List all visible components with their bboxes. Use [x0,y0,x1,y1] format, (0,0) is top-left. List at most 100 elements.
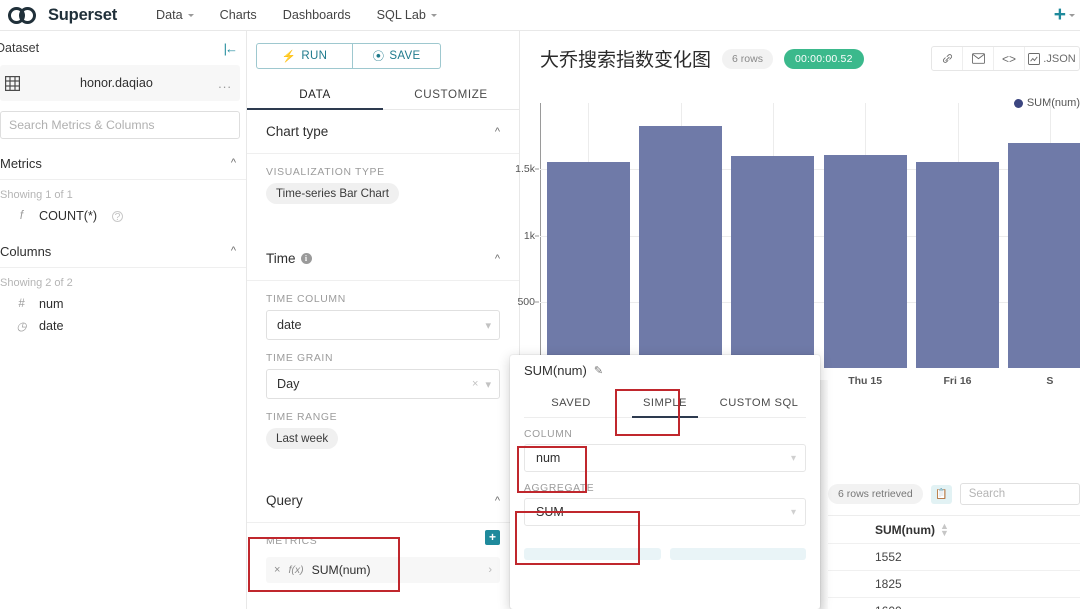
query-section-header[interactable]: Query ^ [247,479,519,523]
chart-action-icons: <> .JSON [931,46,1080,71]
bar[interactable] [1008,142,1080,368]
chevron-down-icon: ▾ [790,452,796,464]
time-column-select[interactable]: date ▾ [266,310,500,340]
bar[interactable] [546,162,630,368]
results-column-header-label: SUM(num) [875,522,935,537]
nav-item-dashboards-label: Dashboards [282,8,351,22]
add-metric-button[interactable]: + [485,530,500,545]
function-icon: f(x) [288,564,304,576]
add-new-icon[interactable]: + [1054,4,1066,25]
column-item-label: num [39,297,64,311]
metrics-section-title: Metrics [0,155,42,171]
page-title: 大乔搜索指数变化图 [540,50,712,71]
bar[interactable] [915,161,1000,368]
embed-code-icon[interactable]: <> [994,47,1025,70]
time-column-label: TIME COLUMN [266,294,346,305]
column-item-label: date [39,319,64,333]
aggregate-value: SUM [536,505,564,519]
email-icon[interactable] [963,47,994,70]
metric-item-count[interactable]: f COUNT(*) ? [0,205,246,227]
clear-icon[interactable]: × [472,378,478,390]
collapse-left-icon[interactable]: |← [224,41,238,56]
bar[interactable] [731,156,815,368]
time-range-value[interactable]: Last week [266,428,339,449]
tab-simple[interactable]: SIMPLE [618,390,712,418]
chevron-down-icon: ▾ [790,506,796,518]
results-toolbar: 6 rows retrieved 📋 Search [828,408,1080,505]
popover-title-row: SUM(num) ✎ [510,355,820,378]
visualization-type-value[interactable]: Time-series Bar Chart [266,183,399,204]
bar-chart-plot: 05001k1.5kd 14Thu 15Fri 16S [515,103,1080,387]
dataset-more-icon[interactable]: ... [218,76,232,91]
results-column-header[interactable]: SUM(num) ▲ ▼ [828,516,1080,543]
table-row[interactable]: 1600 [828,597,1080,609]
bar[interactable] [823,155,907,368]
chevron-up-icon: ^ [494,494,500,507]
chevron-down-icon[interactable] [1069,13,1075,17]
popover-secondary-button[interactable] [524,548,661,560]
metrics-section-header[interactable]: Metrics ^ [0,147,246,180]
chevron-down-icon [187,13,194,17]
results-search-input[interactable]: Search [959,483,1080,505]
time-section-title: Time [266,251,296,266]
copy-icon[interactable]: 📋 [930,484,952,504]
chevron-right-icon: › [488,564,492,576]
help-icon[interactable]: ? [112,210,124,222]
remove-metric-icon[interactable]: × [274,564,280,576]
link-icon[interactable] [932,47,963,70]
number-type-icon: # [18,298,25,310]
bar[interactable] [638,126,723,368]
tab-saved[interactable]: SAVED [524,390,618,417]
y-axis-tick [535,235,539,236]
sort-icon[interactable]: ▲ ▼ [940,521,949,537]
time-section-header[interactable]: Time i ^ [247,237,519,281]
dataset-selector[interactable]: honor.daqiao ... [0,65,240,101]
json-icon[interactable]: .JSON [1025,47,1079,70]
nav-item-sql-lab[interactable]: SQL Lab [364,0,450,31]
time-grain-select[interactable]: Day × ▾ [266,369,500,399]
popover-primary-button[interactable] [669,548,806,560]
y-axis-tick [535,168,539,170]
column-label: COLUMN [524,429,573,440]
x-axis-label: Thu 15 [848,375,883,387]
metric-editor-popover: SUM(num) ✎ SAVED SIMPLE CUSTOM SQL COLUM… [510,355,820,609]
chart-type-section-header[interactable]: Chart type ^ [247,110,519,154]
select-icons: ▾ [485,319,491,332]
tab-custom-sql[interactable]: CUSTOM SQL [712,390,806,417]
save-button[interactable]: ⦿ SAVE [353,43,441,69]
run-button[interactable]: ⚡ RUN [256,43,353,69]
results-table: SUM(num) ▲▼ 1552 1825 1600 [828,515,1080,609]
column-item-num[interactable]: # num [0,293,246,315]
run-save-button-group: ⚡ RUN ⦿ SAVE [256,43,441,69]
column-item-date[interactable]: ◷ date [0,315,246,337]
search-metrics-columns-input[interactable]: Search Metrics & Columns [0,111,240,139]
control-panel-actions: ⚡ RUN ⦿ SAVE [247,31,519,69]
dataset-panel: Dataset |← honor.daqiao ... Search Metri… [0,31,247,609]
info-icon[interactable]: i [300,253,312,264]
column-select[interactable]: num ▾ [524,444,806,472]
tab-customize[interactable]: CUSTOMIZE [383,80,519,109]
metrics-label-row: METRICS + [266,523,500,552]
superset-logo[interactable]: Superset [8,6,117,25]
tab-data[interactable]: DATA [247,80,383,110]
columns-section-header[interactable]: Columns ^ [0,235,246,268]
results-panel: 6 rows retrieved 📋 Search SUM(num) ▲ ▼ 15… [828,408,1080,609]
nav-item-charts[interactable]: Charts [207,0,270,31]
pencil-icon[interactable]: ✎ [594,364,603,377]
x-axis-label: Fri 16 [943,375,972,387]
table-row[interactable]: 1552 [828,543,1080,570]
clock-type-icon: ◷ [16,321,27,333]
save-circle-icon: ⦿ [372,51,385,63]
metrics-showing-count: Showing 1 of 1 [0,189,73,201]
chevron-up-icon: ^ [230,157,236,169]
nav-item-dashboards[interactable]: Dashboards [270,0,364,31]
dataset-name: honor.daqiao [80,76,153,90]
table-row[interactable]: 1825 [828,570,1080,597]
metric-chip-sum-num[interactable]: × f(x) SUM(num) › [266,557,500,583]
dataset-panel-header: Dataset |← [0,31,246,65]
dataset-panel-title: Dataset [0,41,40,55]
lightning-icon: ⚡ [281,51,297,63]
chevron-up-icon: ^ [230,245,236,257]
nav-item-data[interactable]: Data [143,0,207,31]
aggregate-select[interactable]: SUM ▾ [524,498,806,526]
